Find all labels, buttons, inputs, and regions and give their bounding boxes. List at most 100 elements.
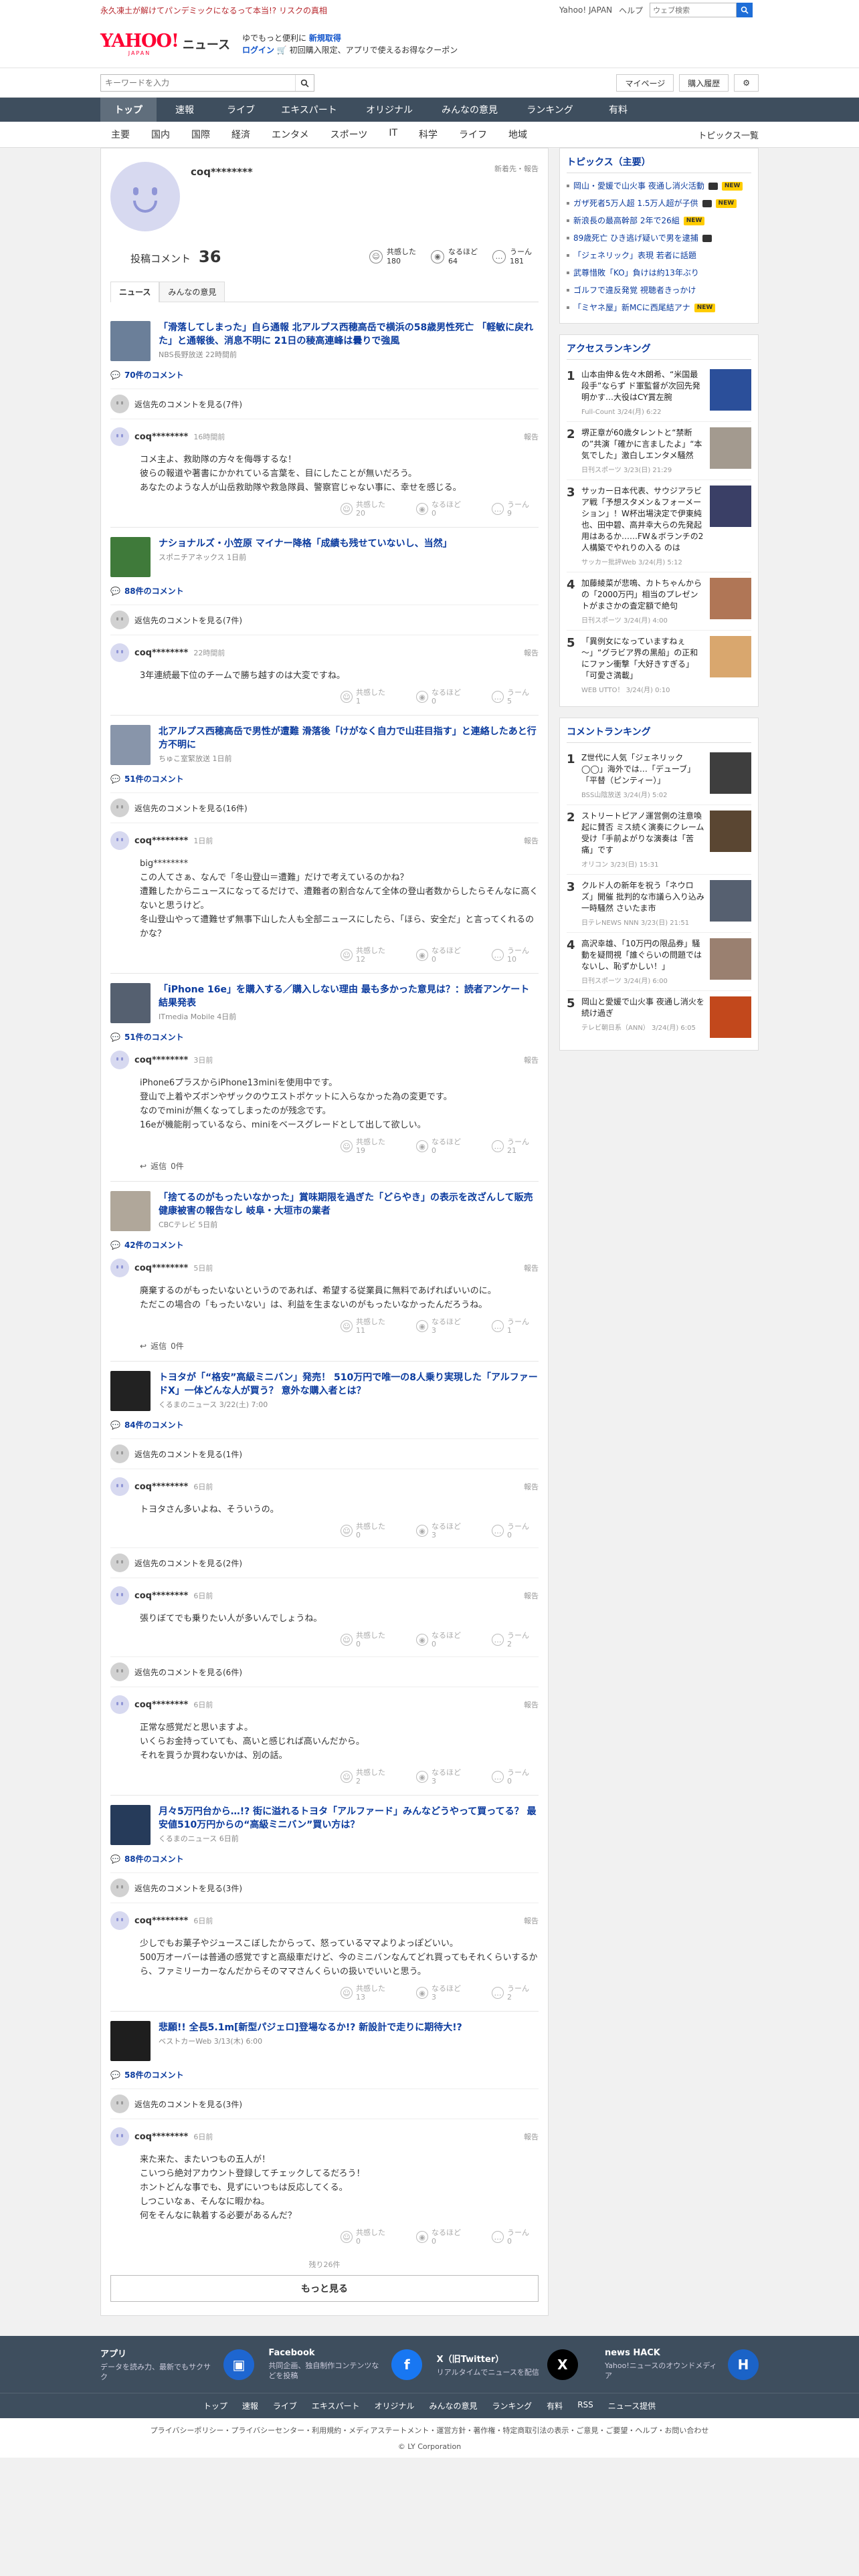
topic-item[interactable]: 武尊惜敗「KO」負けは約13年ぶり [567, 264, 751, 282]
view-parent-comment[interactable]: 返信先のコメントを見る(3件) [110, 1872, 539, 1903]
comment-ranking-item[interactable]: 2 ストリートピアノ運営側の注意喚起に賛否 ミス続く演奏にクレーム受け「手前よがり… [567, 805, 751, 875]
article-thumbnail[interactable] [110, 725, 151, 765]
footer-nav-item[interactable]: みんなの意見 [430, 2400, 478, 2411]
empathy-button[interactable]: ☺ 共感した 0 [341, 1522, 385, 1539]
article-thumbnail[interactable] [110, 1371, 151, 1411]
article-thumbnail[interactable] [110, 2021, 151, 2061]
view-parent-comment[interactable]: 返信先のコメントを見る(1件) [110, 1438, 539, 1469]
view-parent-comment[interactable]: 返信先のコメントを見る(2件) [110, 1547, 539, 1578]
comment-count-link[interactable]: 💬 88件のコメント [110, 585, 539, 597]
cat-life[interactable]: ライフ [448, 128, 498, 141]
report-link[interactable]: 報告 [524, 1590, 539, 1601]
cat-main[interactable]: 主要 [100, 128, 140, 141]
cat-it[interactable]: IT [378, 128, 408, 141]
comment-ranking-item[interactable]: 4 高沢幸雄、「10万円の限品券」騒動を疑問視「誰ぐらいの問題ではないし、恥ずかし… [567, 933, 751, 991]
footer-nav-item[interactable]: ランキング [492, 2400, 533, 2411]
comment-author[interactable]: coq******** [134, 1591, 188, 1601]
comment-count-link[interactable]: 💬 42件のコメント [110, 1239, 539, 1251]
purchase-history-button[interactable]: 購入履歴 [679, 74, 729, 92]
topic-item[interactable]: ガザ死者5万人超 1.5万人超が子供 NEW [567, 195, 751, 212]
topic-item[interactable]: 新浪長の最高幹部 2年で26組 NEW [567, 212, 751, 229]
comment-author[interactable]: coq******** [134, 1055, 188, 1065]
profile-report-link[interactable]: 新着先・報告 [494, 163, 539, 174]
report-link[interactable]: 報告 [524, 2131, 539, 2142]
article-title[interactable]: 月々5万円台から…!? 街に溢れるトヨタ「アルファード」みんなどうやって買ってる… [159, 1806, 536, 1830]
uun-button[interactable]: … うーん 1 [492, 1317, 529, 1335]
comment-count-link[interactable]: 💬 51件のコメント [110, 1031, 539, 1043]
nav-expert[interactable]: エキスパート [269, 98, 349, 122]
article-title[interactable]: 悲願!! 全長5.1m[新型パジェロ]登場なるか!? 新設計で走りに期待大!? [159, 2022, 462, 2033]
access-ranking-item[interactable]: 2 堺正章が60歳タレントと“禁断の”共演「確かに言ましたよ」“本気でした」激白し… [567, 422, 751, 480]
naruhodo-button[interactable]: ◉ なるほど 3 [416, 1317, 461, 1335]
keyword-search-input[interactable] [101, 75, 295, 91]
uun-button[interactable]: … うーん 9 [492, 500, 529, 518]
comment-count-link[interactable]: 💬 51件のコメント [110, 773, 539, 784]
comment-count-link[interactable]: 💬 88件のコメント [110, 1853, 539, 1864]
report-link[interactable]: 報告 [524, 1481, 539, 1492]
cat-sports[interactable]: スポーツ [320, 128, 379, 141]
empathy-button[interactable]: ☺ 共感した 1 [341, 688, 385, 706]
comment-author[interactable]: coq******** [134, 2132, 188, 2142]
view-parent-comment[interactable]: 返信先のコメントを見る(16件) [110, 792, 539, 823]
comment-count-link[interactable]: 💬 58件のコメント [110, 2069, 539, 2080]
load-more-button[interactable]: もっと見る [110, 2275, 539, 2302]
tab-opinions[interactable]: みんなの意見 [159, 282, 225, 302]
uun-button[interactable]: … うーん 5 [492, 688, 529, 706]
uun-button[interactable]: … うーん 0 [492, 1522, 529, 1539]
report-link[interactable]: 報告 [524, 647, 539, 658]
cat-science[interactable]: 科学 [408, 128, 448, 141]
tab-news[interactable]: ニュース [110, 282, 160, 302]
keyword-search-button[interactable] [295, 75, 314, 91]
footer-promo[interactable]: アプリ データを読み力、最新でもサクサク ▣ [100, 2347, 254, 2382]
article-thumbnail[interactable] [110, 1191, 151, 1231]
web-search-input[interactable] [650, 3, 737, 17]
topic-item[interactable]: 「ジェネリック」表現 若者に話題 [567, 247, 751, 264]
nav-original[interactable]: オリジナル [349, 98, 430, 122]
yahoo-news-logo[interactable]: YAHOO! JAPAN ニュース [100, 32, 230, 56]
reply-link[interactable]: ↩ 返信 0件 [140, 1340, 539, 1352]
footer-nav-item[interactable]: ニュース提供 [608, 2400, 656, 2411]
nav-live[interactable]: ライブ [213, 98, 269, 122]
comment-author[interactable]: coq******** [134, 432, 188, 442]
register-link[interactable]: 新規取得 [309, 33, 341, 43]
empathy-button[interactable]: ☺ 共感した 11 [341, 1317, 385, 1335]
view-parent-comment[interactable]: 返信先のコメントを見る(7件) [110, 605, 539, 635]
article-title[interactable]: 「捨てるのがもったいなかった」賞味期限を過ぎた「どらやき」の表示を改ざんして販売… [159, 1192, 533, 1216]
comment-author[interactable]: coq******** [134, 1916, 188, 1926]
uun-button[interactable]: … うーん 2 [492, 1631, 529, 1648]
footer-nav-item[interactable]: 速報 [242, 2400, 258, 2411]
access-ranking-item[interactable]: 4 加藤綾菜が悲鳴、カトちゃんからの「2000万円」相当のプレゼントがまさかの査定… [567, 572, 751, 631]
uun-button[interactable]: … うーん 0 [492, 1768, 529, 1786]
cat-domestic[interactable]: 国内 [140, 128, 181, 141]
settings-button[interactable]: ⚙ [734, 74, 759, 92]
comment-ranking-item[interactable]: 3 クルド人の新年を祝う「ネウロズ」開催 批判的な市議ら入り込み一時騒然 さいたま… [567, 875, 751, 933]
article-thumbnail[interactable] [110, 983, 151, 1023]
help-link[interactable]: ヘルプ [619, 5, 643, 16]
comment-author[interactable]: coq******** [134, 1482, 188, 1492]
report-link[interactable]: 報告 [524, 1263, 539, 1273]
report-link[interactable]: 報告 [524, 431, 539, 442]
naruhodo-button[interactable]: ◉ なるほど 0 [416, 500, 461, 518]
article-title[interactable]: ナショナルズ・小笠原 マイナー降格「成績も残せていないし、当然」 [159, 538, 452, 549]
uun-button[interactable]: … うーん 2 [492, 1984, 529, 2002]
footer-promo[interactable]: X（旧Twitter） リアルタイムでニュースを配信 X [437, 2347, 591, 2382]
empathy-button[interactable]: ☺ 共感した 0 [341, 2228, 385, 2246]
article-thumbnail[interactable] [110, 1805, 151, 1845]
access-ranking-item[interactable]: 3 サッカー日本代表、サウジアラビア戦「予想スタメン＆フォーメーション」！W杯出場… [567, 480, 751, 572]
comment-count-link[interactable]: 💬 70件のコメント [110, 369, 539, 381]
web-search-button[interactable] [737, 3, 753, 17]
nav-paid[interactable]: 有料 [590, 98, 646, 122]
comment-author[interactable]: coq******** [134, 1700, 188, 1710]
uun-button[interactable]: … うーん 10 [492, 946, 529, 964]
nav-top[interactable]: トップ [100, 98, 157, 122]
naruhodo-button[interactable]: ◉ なるほど 3 [416, 1984, 461, 2002]
cat-local[interactable]: 地域 [498, 128, 538, 141]
reply-link[interactable]: ↩ 返信 0件 [140, 1160, 539, 1172]
comment-author[interactable]: coq******** [134, 1263, 188, 1273]
topic-item[interactable]: 89歳死亡 ひき逃げ疑いで男を逮捕 [567, 229, 751, 247]
footer-promo[interactable]: Facebook 共同企画、独自制作コンテンツなどを投稿 f [268, 2347, 423, 2382]
nav-opinions[interactable]: みんなの意見 [430, 98, 510, 122]
footer-nav-item[interactable]: 有料 [547, 2400, 563, 2411]
cat-entertainment[interactable]: エンタメ [261, 128, 320, 141]
naruhodo-button[interactable]: ◉ なるほど 3 [416, 1522, 461, 1539]
